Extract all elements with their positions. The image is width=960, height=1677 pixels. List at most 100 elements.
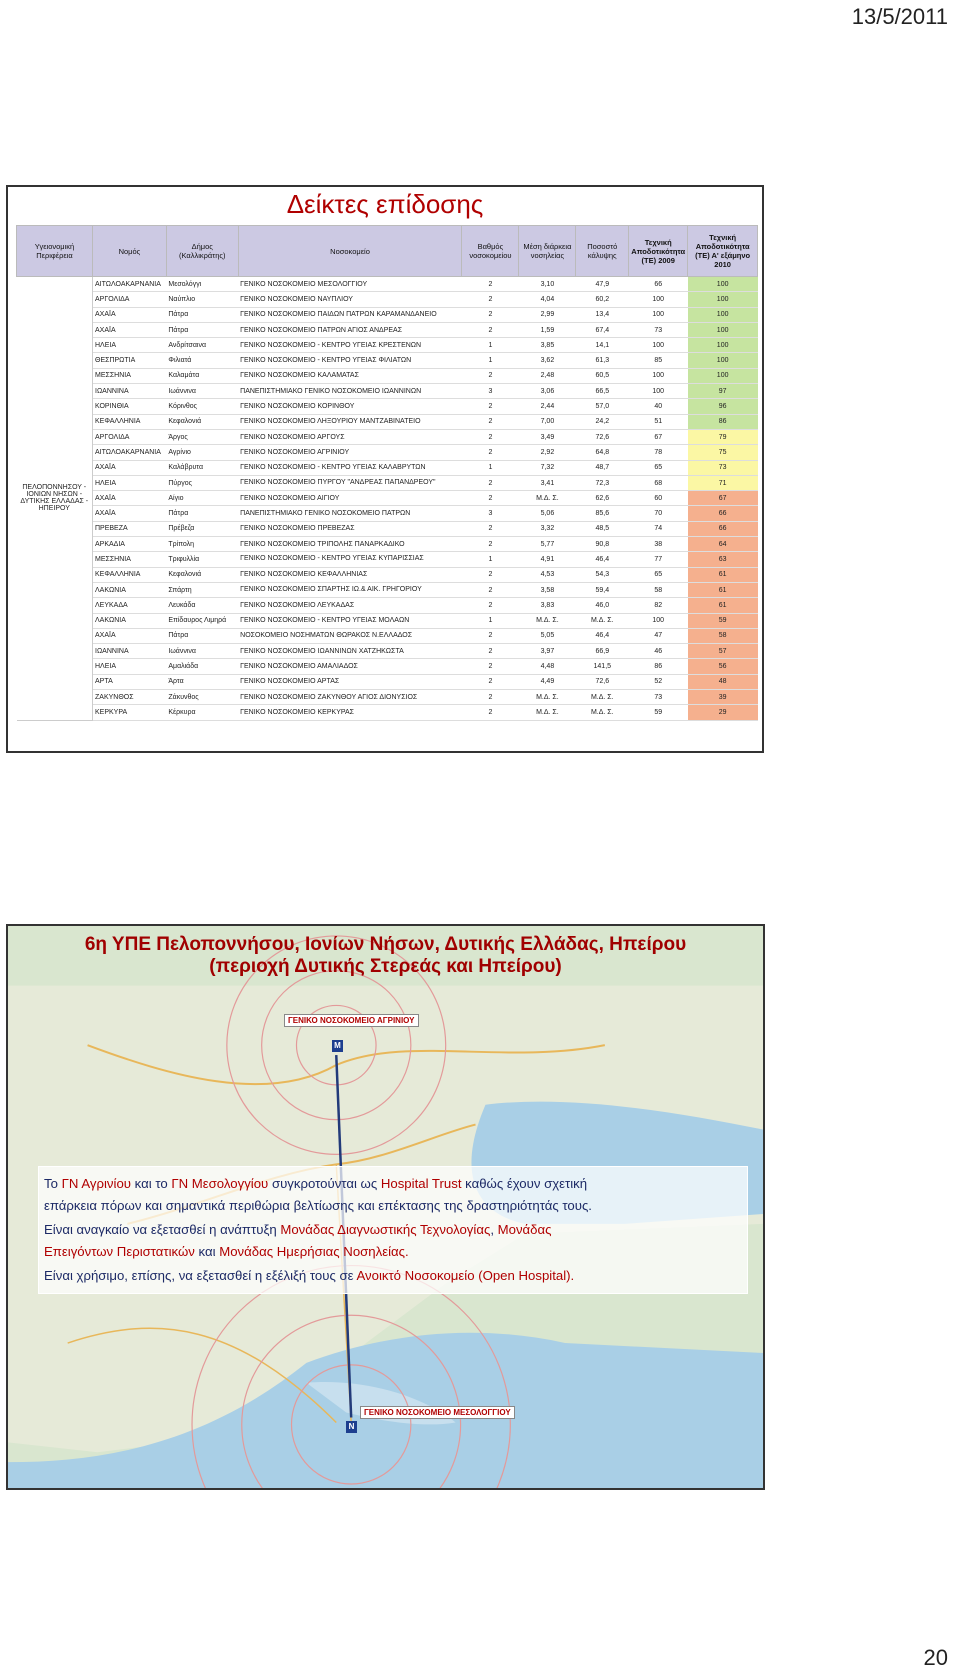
grade-cell: 1 bbox=[461, 460, 519, 476]
avg-stay-cell: 5,77 bbox=[518, 536, 576, 553]
coverage-cell: 72,6 bbox=[575, 674, 629, 691]
te-2009-cell: 67 bbox=[628, 429, 688, 446]
te-2010-cell: 56 bbox=[687, 658, 758, 675]
col-header-hospital: Νοσοκομείο bbox=[237, 225, 463, 277]
te-2009-cell: 82 bbox=[628, 597, 688, 614]
text-line-3: Είναι αναγκαίο να εξετασθεί η ανάπτυξη Μ… bbox=[44, 1222, 552, 1237]
table-body: ΠΕΛΟΠΟΝΝΗΣΟΥ - ΙΟΝΙΩΝ ΝΗΣΩΝ - ΔΥΤΙΚΗΣ ΕΛ… bbox=[16, 276, 758, 721]
table-row: ΑΧΑΪΑ Αίγιο ΓΕΝΙΚΟ ΝΟΣΟΚΟΜΕΙΟ ΑΙΓΙΟΥ 2 Μ.Δ. … bbox=[17, 490, 758, 507]
hospital-cell: ΝΟΣΟΚΟΜΕΙΟ ΝΟΣΗΜΑΤΩΝ ΘΩΡΑΚΟΣ Ν.ΕΛΛΑΔΟΣ bbox=[238, 628, 462, 645]
table-row: ΑΧΑΪΑ Πάτρα ΓΕΝΙΚΟ ΝΟΣΟΚΟΜΕΙΟ ΠΑΙΔΩΝ ΠΑΤΡΩ… bbox=[17, 307, 758, 323]
hospital-cell: ΓΕΝΙΚΟ ΝΟΣΟΚΟΜΕΙΟ ΚΕΡΚΥΡΑΣ bbox=[238, 704, 462, 721]
municipality-cell: Τρίπολη bbox=[166, 536, 239, 553]
prefecture-cell: ΑΡΓΟΛΙΔΑ bbox=[92, 429, 167, 446]
hospital-cell: ΓΕΝΙΚΟ ΝΟΣΟΚΟΜΕΙΟ ΠΡΕΒΕΖΑΣ bbox=[238, 521, 462, 538]
avg-stay-cell: 2,99 bbox=[518, 307, 576, 323]
col-header-prefecture: Νομός bbox=[92, 225, 167, 277]
hospital-cell: ΓΕΝΙΚΟ ΝΟΣΟΚΟΜΕΙΟ - ΚΕΝΤΡΟ ΥΓΕΙΑΣ ΜΟΛΑΩΝ bbox=[238, 613, 462, 629]
avg-stay-cell: 3,62 bbox=[518, 352, 576, 369]
grade-cell: 2 bbox=[461, 597, 519, 614]
text-l3-diagnostic-unit: Μονάδας Διαγνωστικής Τεχνολογίας bbox=[280, 1222, 491, 1237]
te-2009-cell: 52 bbox=[628, 674, 688, 691]
coverage-cell: 46,4 bbox=[575, 628, 629, 645]
table-row: ΑΡΤΑ Άρτα ΓΕΝΙΚΟ ΝΟΣΟΚΟΜΕΙΟ ΑΡΤΑΣ 2 4,49 72,6… bbox=[17, 674, 758, 691]
coverage-cell: Μ.Δ. Σ. bbox=[575, 704, 629, 721]
prefecture-cell: ΑΧΑΪΑ bbox=[92, 460, 167, 476]
table-row: ΑΧΑΪΑ Καλάβρυτα ΓΕΝΙΚΟ ΝΟΣΟΚΟΜΕΙΟ - ΚΕΝΤΡΟ… bbox=[17, 460, 758, 476]
hospital-cell: ΓΕΝΙΚΟ ΝΟΣΟΚΟΜΕΙΟ ΛΕΥΚΑΔΑΣ bbox=[238, 597, 462, 614]
municipality-cell: Σπάρτη bbox=[166, 582, 239, 599]
prefecture-cell: ΛΑΚΩΝΙΑ bbox=[92, 582, 167, 599]
avg-stay-cell: 3,58 bbox=[518, 582, 576, 599]
grade-cell: 2 bbox=[461, 582, 519, 599]
hospital-cell: ΓΕΝΙΚΟ ΝΟΣΟΚΟΜΕΙΟ - ΚΕΝΤΡΟ ΥΓΕΙΑΣ ΦΙΛΙΑΤ… bbox=[238, 352, 462, 369]
avg-stay-cell: 2,92 bbox=[518, 444, 576, 461]
te-2009-cell: 78 bbox=[628, 444, 688, 461]
avg-stay-cell: 4,04 bbox=[518, 291, 576, 308]
municipality-cell: Πύργος bbox=[166, 475, 239, 492]
coverage-cell: 48,7 bbox=[575, 460, 629, 476]
prefecture-cell: ΑΧΑΪΑ bbox=[92, 490, 167, 507]
municipality-cell: Αμαλιάδα bbox=[166, 658, 239, 675]
municipality-cell: Κεφαλονιά bbox=[166, 567, 239, 583]
prefecture-cell: ΙΩΑΝΝΙΝΑ bbox=[92, 643, 167, 660]
coverage-cell: 64,8 bbox=[575, 444, 629, 461]
hospital-cell: ΓΕΝΙΚΟ ΝΟΣΟΚΟΜΕΙΟ ΛΗΞΟΥΡΙΟΥ ΜΑΝΤΖΑΒΙΝΑΤΕ… bbox=[238, 414, 462, 430]
table-row: ΛΕΥΚΑΔΑ Λευκάδα ΓΕΝΙΚΟ ΝΟΣΟΚΟΜΕΙΟ ΛΕΥΚΑΔΑΣ… bbox=[17, 597, 758, 614]
table-row: ΑΡΓΟΛΙΔΑ Ναύπλιο ΓΕΝΙΚΟ ΝΟΣΟΚΟΜΕΙΟ ΝΑΥΠΛΙΟ… bbox=[17, 291, 758, 308]
table-row: ΘΕΣΠΡΩΤΙΑ Φιλιατά ΓΕΝΙΚΟ ΝΟΣΟΚΟΜΕΙΟ - ΚΕΝΤ… bbox=[17, 352, 758, 369]
hospital-cell: ΓΕΝΙΚΟ ΝΟΣΟΚΟΜΕΙΟ ΙΩΑΝΝΙΝΩΝ ΧΑΤΖΗΚΩΣΤΑ bbox=[238, 643, 462, 660]
te-2009-cell: 100 bbox=[628, 307, 688, 323]
text-l1-c: και το bbox=[131, 1176, 172, 1191]
avg-stay-cell: 3,49 bbox=[518, 429, 576, 446]
municipality-cell: Άργος bbox=[166, 429, 239, 446]
coverage-cell: 67,4 bbox=[575, 322, 629, 339]
te-2009-cell: 100 bbox=[628, 337, 688, 354]
table-row: ΑΙΤΩΛΟΑΚΑΡΝΑΝΙΑ Αγρίνιο ΓΕΝΙΚΟ ΝΟΣΟΚΟΜΕΙΟ … bbox=[17, 444, 758, 461]
table-row: ΗΛΕΙΑ Πύργος ΓΕΝΙΚΟ ΝΟΣΟΚΟΜΕΙΟ ΠΥΡΓΟΥ "ΑΝΔ… bbox=[17, 475, 758, 492]
table-row: ΚΟΡΙΝΘΙΑ Κόρινθος ΓΕΝΙΚΟ ΝΟΣΟΚΟΜΕΙΟ ΚΟΡΙΝΘ… bbox=[17, 398, 758, 415]
prefecture-cell: ΑΡΤΑ bbox=[92, 674, 167, 691]
table-row: ΑΡΓΟΛΙΔΑ Άργος ΓΕΝΙΚΟ ΝΟΣΟΚΟΜΕΙΟ ΑΡΓΟΥΣ 2 3,… bbox=[17, 429, 758, 446]
te-2010-cell: 61 bbox=[687, 582, 758, 599]
grade-cell: 2 bbox=[461, 276, 519, 293]
prefecture-cell: ΑΧΑΪΑ bbox=[92, 628, 167, 645]
te-2010-cell: 61 bbox=[687, 567, 758, 583]
hospital-cell: ΓΕΝΙΚΟ ΝΟΣΟΚΟΜΕΙΟ ΚΑΛΑΜΑΤΑΣ bbox=[238, 368, 462, 385]
text-line-1: Το ΓΝ Αγρινίου και το ΓΝ Μεσολογγίου συγ… bbox=[44, 1176, 587, 1191]
prefecture-cell: ΗΛΕΙΑ bbox=[92, 337, 167, 354]
coverage-cell: 14,1 bbox=[575, 337, 629, 354]
grade-cell: 2 bbox=[461, 567, 519, 583]
municipality-cell: Φιλιατά bbox=[166, 352, 239, 369]
avg-stay-cell: 4,49 bbox=[518, 674, 576, 691]
te-2010-cell: 63 bbox=[687, 551, 758, 568]
avg-stay-cell: 3,41 bbox=[518, 475, 576, 492]
municipality-cell: Μεσολόγγι bbox=[166, 276, 239, 293]
municipality-cell: Πάτρα bbox=[166, 307, 239, 323]
hospital-cell: ΓΕΝΙΚΟ ΝΟΣΟΚΟΜΕΙΟ ΑΙΓΙΟΥ bbox=[238, 490, 462, 507]
te-2010-cell: 64 bbox=[687, 536, 758, 553]
table-row: ΑΧΑΪΑ Πάτρα ΠΑΝΕΠΙΣΤΗΜΙΑΚΟ ΓΕΝΙΚΟ ΝΟΣΟΚΟΜΕ… bbox=[17, 505, 758, 522]
col-header-te-2009: Τεχνική Αποδοτικότητα (ΤΕ) 2009 bbox=[628, 225, 689, 277]
prefecture-cell: ΛΑΚΩΝΙΑ bbox=[92, 613, 167, 629]
avg-stay-cell: 4,48 bbox=[518, 658, 576, 675]
prefecture-cell: ΘΕΣΠΡΩΤΙΑ bbox=[92, 352, 167, 369]
text-l1-agrinio: ΓΝ Αγρινίου bbox=[61, 1176, 131, 1191]
te-2009-cell: 38 bbox=[628, 536, 688, 553]
te-2010-cell: 100 bbox=[687, 322, 758, 339]
te-2010-cell: 79 bbox=[687, 429, 758, 446]
hospital-cell: ΓΕΝΙΚΟ ΝΟΣΟΚΟΜΕΙΟ ΤΡΙΠΟΛΗΣ ΠΑΝΑΡΚΑΔΙΚΟ bbox=[238, 536, 462, 553]
te-2009-cell: 66 bbox=[628, 276, 688, 293]
municipality-cell: Κεφαλονιά bbox=[166, 414, 239, 430]
te-2010-cell: 71 bbox=[687, 475, 758, 492]
col-header-municipality: Δήμος (Καλλικράτης) bbox=[165, 225, 239, 277]
hospital-cell: ΓΕΝΙΚΟ ΝΟΣΟΚΟΜΕΙΟ - ΚΕΝΤΡΟ ΥΓΕΙΑΣ ΚΡΕΣΤΕ… bbox=[238, 337, 462, 354]
hospital-cell: ΠΑΝΕΠΙΣΤΗΜΙΑΚΟ ΓΕΝΙΚΟ ΝΟΣΟΚΟΜΕΙΟ ΠΑΤΡΩΝ bbox=[238, 505, 462, 522]
coverage-cell: 13,4 bbox=[575, 307, 629, 323]
grade-cell: 2 bbox=[461, 643, 519, 660]
prefecture-cell: ΜΕΣΣΗΝΙΑ bbox=[92, 368, 167, 385]
te-2009-cell: 51 bbox=[628, 414, 688, 430]
hospital-cell: ΓΕΝΙΚΟ ΝΟΣΟΚΟΜΕΙΟ ΝΑΥΠΛΙΟΥ bbox=[238, 291, 462, 308]
hospital-cell: ΓΕΝΙΚΟ ΝΟΣΟΚΟΜΕΙΟ ΚΕΦΑΛΛΗΝΙΑΣ bbox=[238, 567, 462, 583]
table-row: ΑΧΑΪΑ Πάτρα ΝΟΣΟΚΟΜΕΙΟ ΝΟΣΗΜΑΤΩΝ ΘΩΡΑΚΟΣ Ν… bbox=[17, 628, 758, 645]
